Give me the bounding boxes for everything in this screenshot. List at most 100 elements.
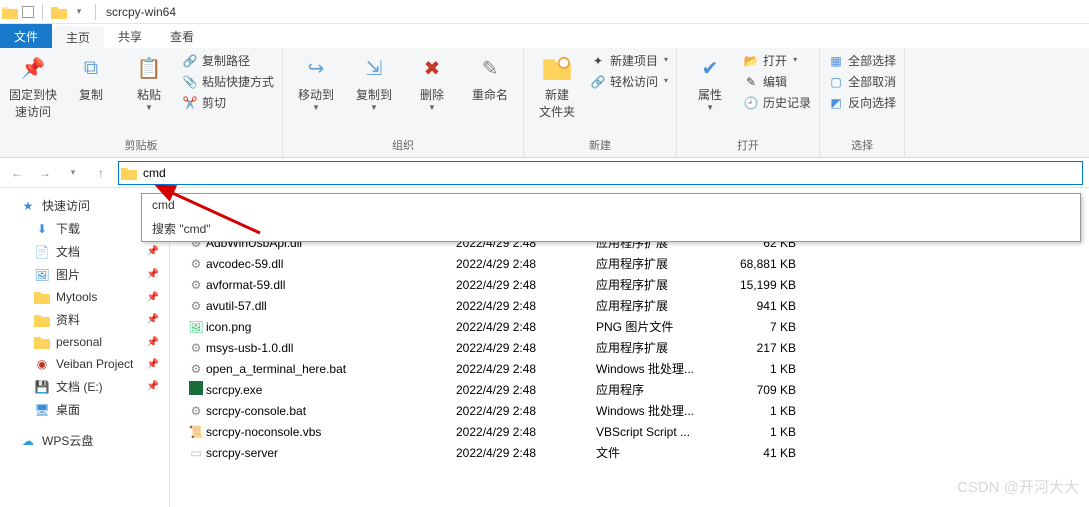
invert-selection-button[interactable]: ◩反向选择 (828, 94, 896, 111)
pin-icon: 📌 (147, 246, 159, 257)
file-date: 2022/4/29 2:48 (456, 446, 596, 460)
file-size: 1 KB (726, 425, 806, 439)
file-name: msys-usb-1.0.dll (206, 341, 456, 355)
back-button[interactable]: ← (6, 162, 28, 184)
file-name: scrcpy.exe (206, 383, 456, 397)
file-type: Windows 批处理... (596, 360, 726, 377)
file-name: icon.png (206, 320, 456, 334)
file-row[interactable]: ⚙avcodec-59.dll2022/4/29 2:48应用程序扩展68,88… (170, 253, 1089, 274)
delete-button[interactable]: ✖删除▼ (407, 52, 457, 112)
copyto-button[interactable]: ⇲复制到▼ (349, 52, 399, 112)
group-select: ▦全部选择 ▢全部取消 ◩反向选择 选择 (820, 48, 905, 157)
file-row[interactable]: ⚙avformat-59.dll2022/4/29 2:48应用程序扩展15,1… (170, 274, 1089, 295)
rename-icon: ✎ (474, 52, 506, 84)
nav-bar: ← → ▾ ↑ (0, 158, 1089, 188)
drive-icon: 💾 (34, 379, 50, 395)
cut-button[interactable]: ✂️剪切 (182, 94, 274, 111)
chevron-down-icon: ▼ (145, 103, 153, 112)
copy-path-button[interactable]: 🔗复制路径 (182, 52, 274, 69)
sidebar-desktop[interactable]: 🖥桌面 (0, 398, 169, 421)
pictures-icon: 🖼 (34, 267, 50, 283)
file-date: 2022/4/29 2:48 (456, 320, 596, 334)
newfolder-icon (541, 52, 573, 84)
sidebar-veiban[interactable]: ◉Veiban Project📌 (0, 353, 169, 375)
label: 固定到快速访问 (8, 86, 58, 120)
new-item-button[interactable]: ✦新建项目▾ (590, 52, 668, 69)
sidebar-documents[interactable]: 📄文档📌 (0, 240, 169, 263)
easyaccess-icon: 🔗 (590, 74, 606, 90)
sidebar-wps-cloud[interactable]: ☁WPS云盘 (0, 429, 169, 452)
tab-share[interactable]: 共享 (104, 24, 156, 48)
tab-home[interactable]: 主页 (52, 24, 104, 48)
paste-shortcut-button[interactable]: 📎粘贴快捷方式 (182, 73, 274, 90)
forward-button[interactable]: → (34, 162, 56, 184)
file-row[interactable]: ⚙msys-usb-1.0.dll2022/4/29 2:48应用程序扩展217… (170, 337, 1089, 358)
file-date: 2022/4/29 2:48 (456, 257, 596, 271)
file-date: 2022/4/29 2:48 (456, 278, 596, 292)
group-label: 选择 (828, 135, 896, 155)
edit-icon: ✎ (743, 74, 759, 90)
tab-file[interactable]: 文件 (0, 24, 52, 48)
watermark: CSDN @开河大大 (957, 476, 1079, 497)
star-icon: ★ (20, 198, 36, 214)
up-button[interactable]: ↑ (90, 162, 112, 184)
file-row[interactable]: scrcpy.exe2022/4/29 2:48应用程序709 KB (170, 379, 1089, 400)
rename-button[interactable]: ✎重命名 (465, 52, 515, 103)
folder-icon (34, 312, 50, 328)
pin-quickaccess-button[interactable]: 📌 固定到快速访问 (8, 52, 58, 120)
file-icon: ⚙ (186, 278, 206, 292)
group-label: 打开 (685, 135, 811, 155)
paste-button[interactable]: 📋 粘贴 ▼ (124, 52, 174, 112)
select-none-button[interactable]: ▢全部取消 (828, 73, 896, 90)
path-icon: 🔗 (182, 53, 198, 69)
group-label: 剪贴板 (8, 135, 274, 155)
file-icon: ⚙ (186, 299, 206, 313)
edit-button[interactable]: ✎编辑 (743, 73, 811, 90)
file-row[interactable]: 📜scrcpy-noconsole.vbs2022/4/29 2:48VBScr… (170, 421, 1089, 442)
pin-icon: 📌 (17, 52, 49, 84)
file-icon: ⚙ (186, 404, 206, 418)
suggestion-item[interactable]: cmd (142, 194, 1080, 216)
sidebar-pictures[interactable]: 🖼图片📌 (0, 263, 169, 286)
file-name: avformat-59.dll (206, 278, 456, 292)
file-row[interactable]: ▭scrcpy-server2022/4/29 2:48文件41 KB (170, 442, 1089, 463)
chevron-down-icon[interactable]: ▾ (71, 4, 87, 20)
new-folder-button[interactable]: 新建 文件夹 (532, 52, 582, 120)
moveto-button[interactable]: ↪移动到▼ (291, 52, 341, 112)
address-input[interactable] (139, 164, 1082, 182)
history-button[interactable]: 🕘历史记录 (743, 94, 811, 111)
tab-view[interactable]: 查看 (156, 24, 208, 48)
cloud-icon: ☁ (20, 433, 36, 449)
file-row[interactable]: 🖼icon.png2022/4/29 2:48PNG 图片文件7 KB (170, 316, 1089, 337)
file-size: 709 KB (726, 383, 806, 397)
select-all-button[interactable]: ▦全部选择 (828, 52, 896, 69)
file-type: 文件 (596, 444, 726, 461)
file-row[interactable]: ⚙open_a_terminal_here.bat2022/4/29 2:48W… (170, 358, 1089, 379)
address-bar[interactable] (118, 161, 1083, 185)
pin-icon: 📌 (147, 359, 159, 370)
file-name: open_a_terminal_here.bat (206, 362, 456, 376)
suggestion-item[interactable]: 搜索 "cmd" (142, 216, 1080, 241)
easy-access-button[interactable]: 🔗轻松访问▾ (590, 73, 668, 90)
open-icon: 📂 (743, 53, 759, 69)
download-icon: ⬇ (34, 221, 50, 237)
sidebar-personal[interactable]: personal📌 (0, 331, 169, 353)
sidebar-ziliao[interactable]: 资料📌 (0, 308, 169, 331)
group-clipboard: 📌 固定到快速访问 ⧉ 复制 📋 粘贴 ▼ 🔗复制路径 📎粘贴快捷方式 ✂️剪切… (0, 48, 283, 157)
file-row[interactable]: ⚙scrcpy-console.bat2022/4/29 2:48Windows… (170, 400, 1089, 421)
file-name: scrcpy-console.bat (206, 404, 456, 418)
recent-dropdown[interactable]: ▾ (62, 162, 84, 184)
pin-icon: 📌 (147, 314, 159, 325)
properties-icon: ✔ (694, 52, 726, 84)
sidebar-mytools[interactable]: Mytools📌 (0, 286, 169, 308)
open-button[interactable]: 📂打开▾ (743, 52, 811, 69)
properties-button[interactable]: ✔属性▼ (685, 52, 735, 112)
label: 复制 (79, 86, 103, 103)
sidebar-docs-e[interactable]: 💾文档 (E:)📌 (0, 375, 169, 398)
copy-button[interactable]: ⧉ 复制 (66, 52, 116, 103)
checkbox-icon[interactable] (22, 6, 34, 18)
file-icon: ▭ (186, 446, 206, 460)
file-row[interactable]: ⚙avutil-57.dll2022/4/29 2:48应用程序扩展941 KB (170, 295, 1089, 316)
address-suggestions: cmd 搜索 "cmd" (141, 193, 1081, 242)
ribbon: 📌 固定到快速访问 ⧉ 复制 📋 粘贴 ▼ 🔗复制路径 📎粘贴快捷方式 ✂️剪切… (0, 48, 1089, 158)
